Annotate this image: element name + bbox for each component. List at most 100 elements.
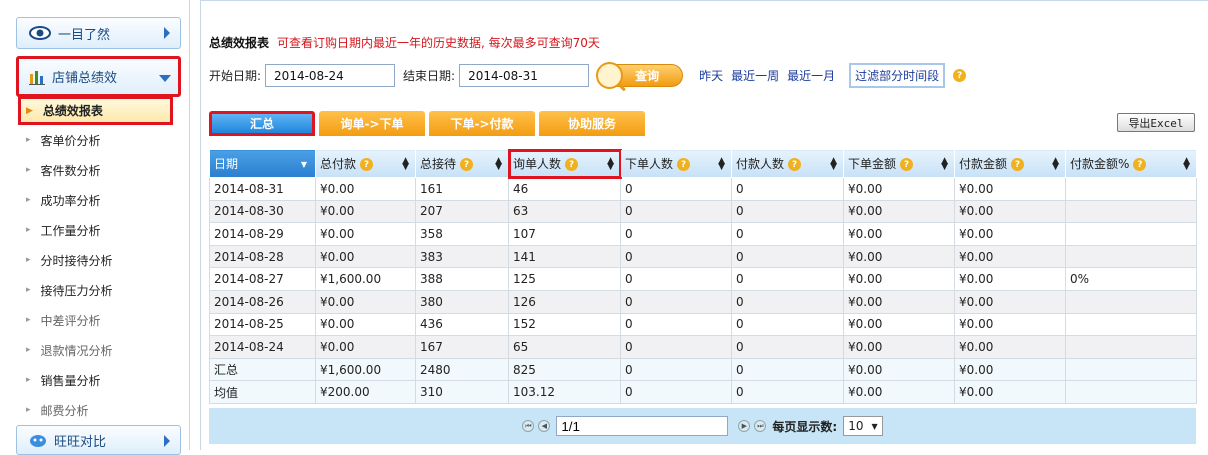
sidebar-wangwang-header[interactable]: 旺旺对比 (16, 425, 181, 455)
table-cell: 0 (620, 289, 732, 314)
table-cell: 2014-08-25 (209, 312, 316, 337)
sort-icon: ▲ ▼ (495, 156, 502, 172)
table-cell: 207 (415, 199, 509, 224)
table-cell: ¥1,600.00 (315, 357, 416, 382)
help-icon[interactable]: ? (1133, 158, 1147, 171)
sidebar-item-label: 客单价分析 (40, 133, 101, 148)
sidebar-item-overall-report[interactable]: ▶ 总绩效报表 (18, 96, 173, 125)
table-cell: ¥0.00 (843, 177, 955, 201)
table-cell: ¥0.00 (954, 199, 1066, 224)
sidebar-item-sales-volume[interactable]: ▸ 销售量分析 (18, 367, 173, 393)
table-cell: ¥1,600.00 (315, 267, 416, 291)
prev-page-icon[interactable]: ◀ (538, 420, 551, 432)
sidebar-item-items-per-order[interactable]: ▸ 客件数分析 (18, 157, 173, 183)
sidebar-item-reception-pressure[interactable]: ▸ 接待压力分析 (18, 277, 173, 303)
table-cell: 0 (731, 177, 844, 201)
column-header-payment-amount-percent[interactable]: 付款金额%? ▲ ▼ (1065, 149, 1197, 178)
arrow-right-icon: ▸ (26, 285, 31, 295)
arrow-right-icon: ▸ (26, 375, 31, 385)
table-cell: 2014-08-30 (209, 199, 316, 224)
table-cell: 141 (508, 244, 621, 269)
table-cell: 126 (508, 289, 621, 314)
table-cell: 0 (731, 267, 844, 291)
arrow-right-icon: ▸ (26, 405, 31, 415)
next-page-icon[interactable]: ▶ (738, 420, 751, 432)
table-cell: 152 (508, 312, 621, 337)
sidebar-item-success-rate[interactable]: ▸ 成功率分析 (18, 187, 173, 213)
table-cell: ¥200.00 (315, 380, 416, 404)
last-month-link[interactable]: 最近一月 (787, 67, 835, 84)
table-body: 2014-08-31 ¥0.00 161 46 0 0 ¥0.00 ¥0.00 2014-08-… (209, 177, 1197, 404)
export-excel-button[interactable]: 导出Excel (1117, 113, 1195, 132)
end-date-input[interactable] (459, 64, 590, 87)
table-cell: ¥0.00 (315, 312, 416, 337)
column-header-date[interactable]: 日期 ▼ (209, 149, 316, 178)
tab-summary[interactable]: 汇总 (209, 111, 315, 136)
table-row: 2014-08-31 ¥0.00 161 46 0 0 ¥0.00 ¥0.00 (209, 177, 1197, 201)
table-cell (1065, 199, 1197, 224)
sidebar-overview-header[interactable]: 一目了然 (16, 17, 181, 49)
start-date-input[interactable] (265, 64, 396, 87)
tab-inquiry-to-order[interactable]: 询单->下单 (319, 111, 425, 136)
table-cell: ¥0.00 (954, 222, 1066, 246)
table-cell: 46 (508, 177, 621, 201)
last-page-icon[interactable]: ⏭ (754, 420, 767, 432)
sidebar-shop-performance-header[interactable]: 店铺总绩效 (16, 56, 181, 97)
help-icon[interactable]: ? (788, 158, 802, 171)
arrow-right-icon: ▸ (26, 255, 31, 265)
help-icon[interactable]: ? (677, 158, 691, 171)
bar-chart-icon (29, 69, 45, 85)
table-cell: 0 (620, 380, 732, 404)
sidebar-item-avg-order-value[interactable]: ▸ 客单价分析 (18, 127, 173, 153)
help-icon[interactable]: ? (460, 158, 474, 171)
main-panel: 总绩效报表 可查看订购日期内最近一年的历史数据, 每次最多可查询70天 开始日期:… (200, 0, 1208, 450)
page-note: 可查看订购日期内最近一年的历史数据, 每次最多可查询70天 (277, 36, 600, 50)
sort-icon: ▲ ▼ (1052, 156, 1059, 172)
table-cell: 125 (508, 267, 621, 291)
column-header-payment-count[interactable]: 付款人数? ▲ ▼ (731, 149, 844, 178)
arrow-right-icon: ▸ (26, 345, 31, 355)
end-date-label: 结束日期: (403, 69, 456, 83)
yesterday-link[interactable]: 昨天 (699, 67, 723, 84)
table-cell: ¥0.00 (315, 289, 416, 314)
tab-order-to-payment[interactable]: 下单->付款 (429, 111, 535, 136)
help-icon[interactable]: ? (900, 158, 914, 171)
table-cell: 161 (415, 177, 509, 201)
tab-assist-service[interactable]: 协助服务 (539, 111, 645, 136)
column-header-inquiry-count[interactable]: 询单人数? ▲ ▼ (507, 148, 622, 179)
last-week-link[interactable]: 最近一周 (731, 67, 779, 84)
table-cell: 436 (415, 312, 509, 337)
page-number-input[interactable] (556, 416, 729, 436)
sidebar-item-hourly-reception[interactable]: ▸ 分时接待分析 (18, 247, 173, 273)
table-cell: ¥0.00 (843, 267, 955, 291)
page-title: 总绩效报表 (209, 36, 270, 50)
query-button[interactable]: 查询 (596, 62, 684, 89)
column-header-order-amount[interactable]: 下单金额? ▲ ▼ (843, 149, 955, 178)
column-header-total-payment[interactable]: 总付款? ▲ ▼ (315, 149, 416, 178)
table-cell: ¥0.00 (315, 177, 416, 201)
help-icon[interactable]: ? (1011, 158, 1025, 171)
sidebar-item-label: 中差评分析 (40, 313, 101, 328)
arrow-right-icon: ▸ (26, 165, 31, 175)
table-cell: 167 (415, 335, 509, 359)
table-cell: 0 (620, 199, 732, 224)
column-header-total-reception[interactable]: 总接待? ▲ ▼ (415, 149, 509, 178)
help-icon[interactable]: ? (360, 158, 374, 171)
table-cell: 380 (415, 289, 509, 314)
time-filter-button[interactable]: 过滤部分时间段 (849, 63, 946, 88)
help-icon[interactable]: ? (565, 158, 579, 171)
sidebar-item-workload[interactable]: ▸ 工作量分析 (18, 217, 173, 243)
sidebar-item-refunds[interactable]: ▸ 退款情况分析 (18, 337, 173, 363)
table-cell: 0 (620, 244, 732, 269)
chevron-down-icon (159, 71, 171, 86)
help-icon[interactable]: ? (953, 69, 967, 82)
first-page-icon[interactable]: ⏮ (522, 420, 535, 432)
column-header-order-count[interactable]: 下单人数? ▲ ▼ (620, 149, 732, 178)
column-header-payment-amount[interactable]: 付款金额? ▲ ▼ (954, 149, 1066, 178)
sidebar-item-label: 客件数分析 (40, 163, 101, 178)
table-cell: 2480 (415, 357, 509, 382)
sidebar-item-shipping-cost[interactable]: ▸ 邮费分析 (18, 397, 173, 423)
sidebar-item-negative-reviews[interactable]: ▸ 中差评分析 (18, 307, 173, 333)
per-page-select[interactable]: 10 ▼ (843, 416, 883, 436)
table-cell: 2014-08-24 (209, 335, 316, 359)
